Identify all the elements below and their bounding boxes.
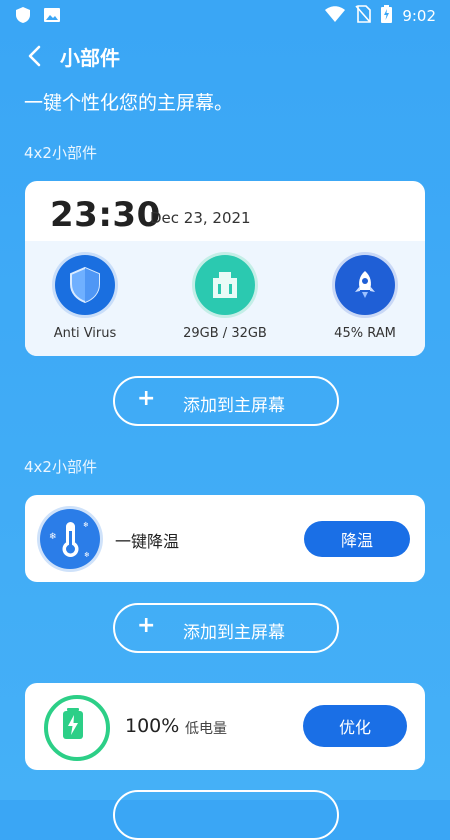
- battery-widget[interactable]: 100% 低电量 优化: [25, 683, 425, 770]
- svg-text:❄: ❄: [84, 551, 90, 559]
- add-to-home-label: 添加到主屏幕: [183, 396, 285, 416]
- cooling-widget[interactable]: ❄ ❄ ❄ 一键降温 降温: [25, 495, 425, 582]
- stat-antivirus: Anti Virus: [25, 255, 155, 341]
- rocket-icon: [335, 255, 395, 315]
- back-button[interactable]: [24, 44, 48, 68]
- section-label: 4x2小部件: [24, 144, 97, 162]
- image-icon: [44, 7, 60, 27]
- stat-storage: 29GB / 32GB: [155, 255, 295, 341]
- battery-status: 低电量: [185, 721, 227, 737]
- clock-stats-widget[interactable]: 23:30 Dec 23, 2021 Anti Virus 29GB / 32G…: [25, 181, 425, 356]
- add-to-home-button[interactable]: + 添加到主屏幕: [113, 603, 339, 653]
- battery-percent: 100%: [125, 715, 180, 737]
- wifi-icon: [325, 6, 346, 26]
- stat-label: 29GB / 32GB: [183, 326, 267, 341]
- add-to-home-label: 添加到主屏幕: [183, 623, 285, 643]
- widget-date: Dec 23, 2021: [150, 209, 251, 227]
- add-to-home-button[interactable]: [113, 790, 339, 840]
- battery-icon: [44, 695, 110, 761]
- no-sim-icon: [355, 5, 372, 27]
- page-subtitle: 一键个性化您的主屏幕。: [24, 92, 234, 114]
- svg-text:❄: ❄: [49, 532, 57, 542]
- page-title: 小部件: [60, 46, 120, 70]
- svg-text:❄: ❄: [83, 521, 89, 529]
- battery-charging-icon: [381, 5, 393, 27]
- optimize-button[interactable]: 优化: [303, 705, 407, 747]
- cool-down-button[interactable]: 降温: [304, 521, 410, 557]
- status-bar: 9:02: [0, 0, 450, 30]
- status-time: 9:02: [402, 7, 436, 25]
- app-header: 小部件: [0, 38, 450, 74]
- widget-clock-time: 23:30: [50, 195, 161, 235]
- thermometer-icon: ❄ ❄ ❄: [40, 509, 100, 569]
- plus-icon: +: [137, 613, 156, 638]
- stat-ram: 45% RAM: [295, 255, 425, 341]
- cooling-label: 一键降温: [115, 532, 180, 551]
- stat-label: 45% RAM: [334, 326, 396, 341]
- shield-icon: [16, 7, 30, 27]
- add-to-home-button[interactable]: + 添加到主屏幕: [113, 376, 339, 426]
- section-label: 4x2小部件: [24, 458, 97, 476]
- chevron-left-icon: [28, 45, 41, 67]
- stat-label: Anti Virus: [53, 326, 117, 341]
- storage-icon: [195, 255, 255, 315]
- plus-icon: +: [137, 386, 156, 411]
- shield-check-icon: [55, 255, 115, 315]
